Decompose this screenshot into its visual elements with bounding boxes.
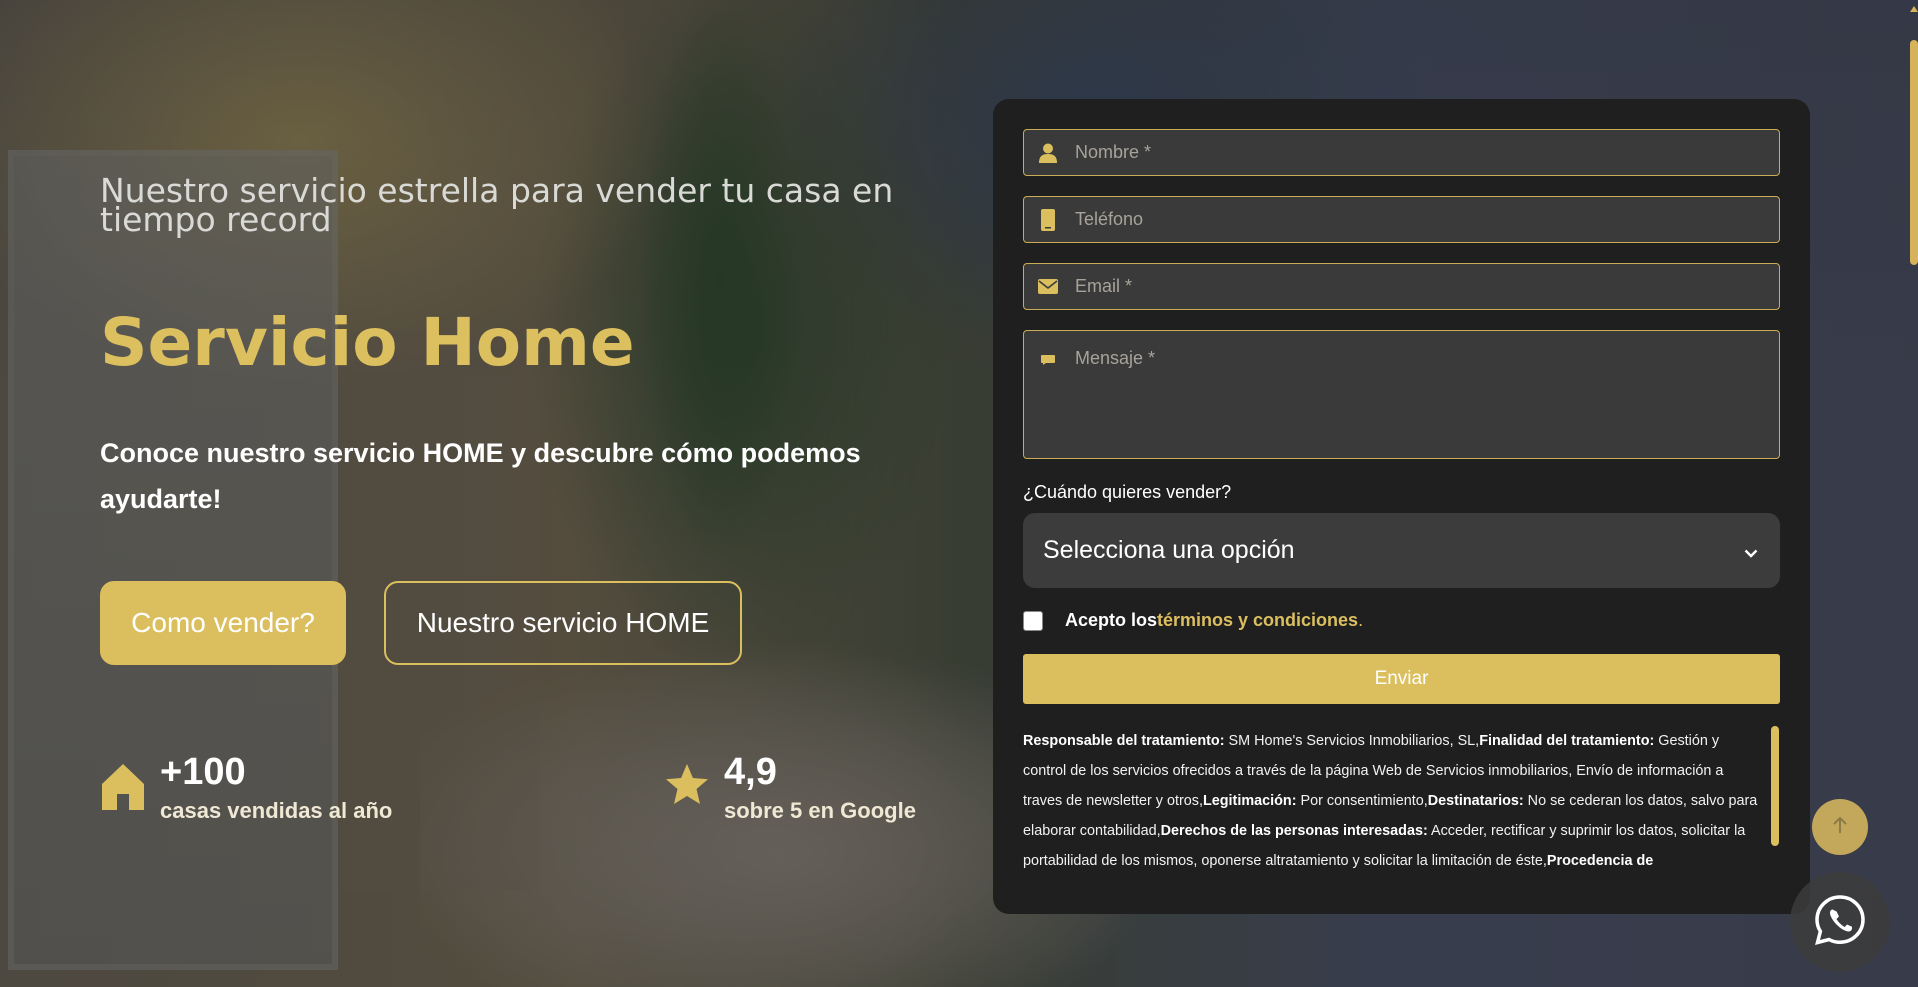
stat-google-rating: 4,9 sobre 5 en Google	[664, 752, 916, 824]
scroll-to-top-button[interactable]	[1812, 799, 1868, 855]
phone-input[interactable]	[1075, 209, 1779, 230]
arrow-up-icon	[1832, 816, 1848, 838]
stat-google-value: 4,9	[724, 751, 777, 793]
legal-heading: Derechos de las personas interesadas:	[1160, 823, 1428, 839]
whatsapp-button[interactable]	[1790, 872, 1890, 972]
terms-checkbox[interactable]	[1023, 610, 1043, 631]
chevron-down-icon	[1744, 536, 1758, 565]
star-icon	[664, 762, 710, 812]
email-input[interactable]	[1075, 276, 1779, 297]
legal-text: Por consentimiento,	[1296, 793, 1428, 809]
user-icon	[1037, 142, 1059, 164]
hero-title: Servicio Home	[100, 304, 635, 381]
phone-field[interactable]	[1023, 196, 1780, 243]
terms-row: Acepto los términos y condiciones .	[1023, 610, 1363, 631]
name-field[interactable]	[1023, 129, 1780, 176]
when-sell-select-value: Selecciona una opción	[1043, 536, 1295, 564]
stat-houses-value: +100	[160, 751, 246, 793]
submit-button[interactable]: Enviar	[1023, 654, 1780, 704]
stat-houses-sold: +100 casas vendidas al año	[100, 752, 392, 824]
legal-text: SM Home's Servicios Inmobiliarios, SL,	[1224, 733, 1480, 749]
email-field[interactable]	[1023, 263, 1780, 310]
page-scrollbar-thumb[interactable]	[1910, 40, 1918, 265]
hero-subtitle: Conoce nuestro servicio HOME y descubre …	[100, 438, 861, 514]
name-input[interactable]	[1075, 142, 1779, 163]
house-icon	[100, 762, 146, 812]
legal-heading: Responsable del tratamiento:	[1023, 733, 1225, 749]
legal-heading: Legitimación:	[1202, 793, 1297, 809]
privacy-notice-scrollbar[interactable]	[1771, 726, 1779, 846]
privacy-notice: Responsable del tratamiento: SM Home's S…	[1023, 726, 1763, 886]
stat-google-label: sobre 5 en Google	[724, 798, 916, 823]
hero-tagline: Nuestro servicio estrella para vender tu…	[100, 171, 894, 239]
message-input[interactable]	[1075, 348, 1779, 448]
terms-suffix: .	[1358, 610, 1364, 630]
whatsapp-icon	[1813, 893, 1867, 951]
envelope-icon	[1037, 276, 1059, 298]
when-sell-select[interactable]: Selecciona una opción	[1023, 513, 1780, 588]
phone-icon	[1037, 208, 1059, 231]
terms-prefix: Acepto los	[1065, 610, 1158, 630]
stat-houses-label: casas vendidas al año	[160, 798, 393, 823]
como-vender-button[interactable]: Como vender?	[100, 581, 346, 665]
message-field[interactable]	[1023, 330, 1780, 459]
legal-heading: Destinatarios:	[1427, 793, 1524, 809]
servicio-home-button[interactable]: Nuestro servicio HOME	[384, 581, 742, 665]
terms-link[interactable]: términos y condiciones	[1157, 610, 1358, 631]
page-scroll-up-arrow[interactable]	[1910, 6, 1918, 12]
contact-form-panel: ¿Cuándo quieres vender? Selecciona una o…	[993, 99, 1810, 914]
when-sell-label: ¿Cuándo quieres vender?	[1023, 482, 1232, 502]
comment-icon	[1037, 349, 1059, 371]
legal-heading: Procedencia de	[1546, 853, 1654, 869]
legal-heading: Finalidad del tratamiento:	[1479, 733, 1655, 749]
